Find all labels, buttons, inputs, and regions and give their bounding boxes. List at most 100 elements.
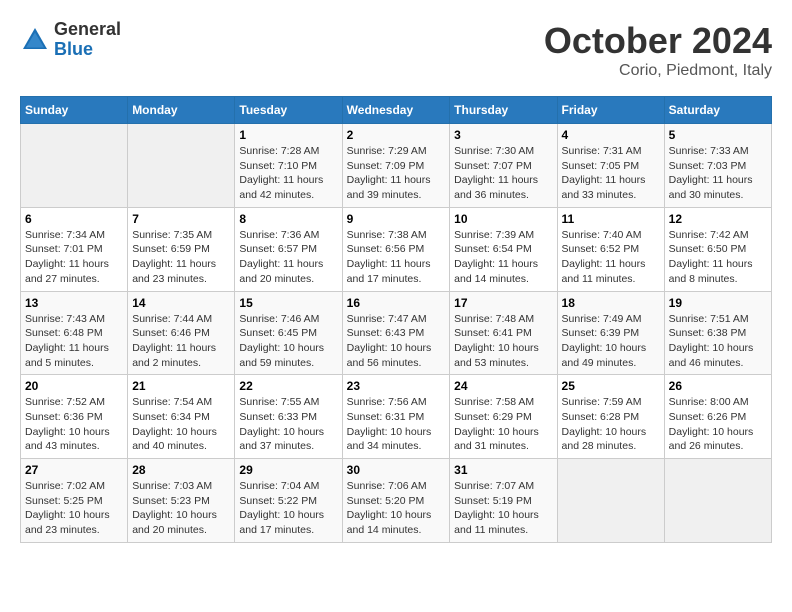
day-number: 21 (132, 379, 230, 393)
header-wednesday: Wednesday (342, 97, 450, 124)
day-info: Sunrise: 7:36 AMSunset: 6:57 PMDaylight:… (239, 229, 323, 285)
day-info: Sunrise: 7:03 AMSunset: 5:23 PMDaylight:… (132, 480, 217, 536)
day-number: 3 (454, 128, 552, 142)
header-friday: Friday (557, 97, 664, 124)
title-block: October 2024 Corio, Piedmont, Italy (544, 20, 772, 80)
page-header: General Blue October 2024 Corio, Piedmon… (20, 20, 772, 80)
calendar-cell: 15 Sunrise: 7:46 AMSunset: 6:45 PMDaylig… (235, 291, 342, 375)
calendar-cell: 10 Sunrise: 7:39 AMSunset: 6:54 PMDaylig… (450, 207, 557, 291)
day-info: Sunrise: 7:38 AMSunset: 6:56 PMDaylight:… (347, 229, 431, 285)
day-info: Sunrise: 7:31 AMSunset: 7:05 PMDaylight:… (562, 145, 646, 201)
calendar-cell: 1 Sunrise: 7:28 AMSunset: 7:10 PMDayligh… (235, 124, 342, 208)
day-number: 5 (669, 128, 767, 142)
day-info: Sunrise: 7:28 AMSunset: 7:10 PMDaylight:… (239, 145, 323, 201)
calendar-cell (664, 459, 771, 543)
calendar-cell: 9 Sunrise: 7:38 AMSunset: 6:56 PMDayligh… (342, 207, 450, 291)
calendar-week-4: 20 Sunrise: 7:52 AMSunset: 6:36 PMDaylig… (21, 375, 772, 459)
day-number: 16 (347, 296, 446, 310)
logo-text: General Blue (54, 20, 121, 60)
calendar-cell (21, 124, 128, 208)
calendar-table: Sunday Monday Tuesday Wednesday Thursday… (20, 96, 772, 543)
day-number: 20 (25, 379, 123, 393)
logo-general: General (54, 20, 121, 40)
calendar-cell: 30 Sunrise: 7:06 AMSunset: 5:20 PMDaylig… (342, 459, 450, 543)
calendar-cell: 17 Sunrise: 7:48 AMSunset: 6:41 PMDaylig… (450, 291, 557, 375)
calendar-cell: 7 Sunrise: 7:35 AMSunset: 6:59 PMDayligh… (128, 207, 235, 291)
day-info: Sunrise: 7:06 AMSunset: 5:20 PMDaylight:… (347, 480, 432, 536)
calendar-cell: 21 Sunrise: 7:54 AMSunset: 6:34 PMDaylig… (128, 375, 235, 459)
calendar-cell: 8 Sunrise: 7:36 AMSunset: 6:57 PMDayligh… (235, 207, 342, 291)
calendar-cell: 16 Sunrise: 7:47 AMSunset: 6:43 PMDaylig… (342, 291, 450, 375)
day-info: Sunrise: 7:47 AMSunset: 6:43 PMDaylight:… (347, 313, 432, 369)
day-number: 19 (669, 296, 767, 310)
day-info: Sunrise: 7:43 AMSunset: 6:48 PMDaylight:… (25, 313, 109, 369)
header-sunday: Sunday (21, 97, 128, 124)
day-info: Sunrise: 7:39 AMSunset: 6:54 PMDaylight:… (454, 229, 538, 285)
calendar-week-5: 27 Sunrise: 7:02 AMSunset: 5:25 PMDaylig… (21, 459, 772, 543)
day-number: 24 (454, 379, 552, 393)
calendar-week-3: 13 Sunrise: 7:43 AMSunset: 6:48 PMDaylig… (21, 291, 772, 375)
location-label: Corio, Piedmont, Italy (544, 62, 772, 80)
day-info: Sunrise: 7:29 AMSunset: 7:09 PMDaylight:… (347, 145, 431, 201)
calendar-cell (128, 124, 235, 208)
calendar-cell: 22 Sunrise: 7:55 AMSunset: 6:33 PMDaylig… (235, 375, 342, 459)
calendar-cell: 19 Sunrise: 7:51 AMSunset: 6:38 PMDaylig… (664, 291, 771, 375)
day-number: 18 (562, 296, 660, 310)
calendar-cell: 27 Sunrise: 7:02 AMSunset: 5:25 PMDaylig… (21, 459, 128, 543)
calendar-cell: 26 Sunrise: 8:00 AMSunset: 6:26 PMDaylig… (664, 375, 771, 459)
calendar-cell (557, 459, 664, 543)
calendar-cell: 5 Sunrise: 7:33 AMSunset: 7:03 PMDayligh… (664, 124, 771, 208)
day-info: Sunrise: 7:02 AMSunset: 5:25 PMDaylight:… (25, 480, 110, 536)
day-info: Sunrise: 7:30 AMSunset: 7:07 PMDaylight:… (454, 145, 538, 201)
calendar-cell: 25 Sunrise: 7:59 AMSunset: 6:28 PMDaylig… (557, 375, 664, 459)
calendar-cell: 20 Sunrise: 7:52 AMSunset: 6:36 PMDaylig… (21, 375, 128, 459)
day-info: Sunrise: 7:58 AMSunset: 6:29 PMDaylight:… (454, 396, 539, 452)
calendar-cell: 6 Sunrise: 7:34 AMSunset: 7:01 PMDayligh… (21, 207, 128, 291)
day-number: 12 (669, 212, 767, 226)
day-info: Sunrise: 7:04 AMSunset: 5:22 PMDaylight:… (239, 480, 324, 536)
calendar-cell: 24 Sunrise: 7:58 AMSunset: 6:29 PMDaylig… (450, 375, 557, 459)
day-number: 28 (132, 463, 230, 477)
calendar-body: 1 Sunrise: 7:28 AMSunset: 7:10 PMDayligh… (21, 124, 772, 543)
day-number: 6 (25, 212, 123, 226)
calendar-cell: 11 Sunrise: 7:40 AMSunset: 6:52 PMDaylig… (557, 207, 664, 291)
day-number: 1 (239, 128, 337, 142)
day-number: 25 (562, 379, 660, 393)
calendar-cell: 2 Sunrise: 7:29 AMSunset: 7:09 PMDayligh… (342, 124, 450, 208)
day-number: 27 (25, 463, 123, 477)
calendar-cell: 18 Sunrise: 7:49 AMSunset: 6:39 PMDaylig… (557, 291, 664, 375)
day-number: 7 (132, 212, 230, 226)
day-number: 26 (669, 379, 767, 393)
day-number: 8 (239, 212, 337, 226)
day-info: Sunrise: 7:44 AMSunset: 6:46 PMDaylight:… (132, 313, 216, 369)
header-thursday: Thursday (450, 97, 557, 124)
calendar-cell: 29 Sunrise: 7:04 AMSunset: 5:22 PMDaylig… (235, 459, 342, 543)
calendar-week-1: 1 Sunrise: 7:28 AMSunset: 7:10 PMDayligh… (21, 124, 772, 208)
day-number: 17 (454, 296, 552, 310)
day-info: Sunrise: 7:07 AMSunset: 5:19 PMDaylight:… (454, 480, 539, 536)
day-number: 14 (132, 296, 230, 310)
day-info: Sunrise: 7:33 AMSunset: 7:03 PMDaylight:… (669, 145, 753, 201)
day-info: Sunrise: 7:49 AMSunset: 6:39 PMDaylight:… (562, 313, 647, 369)
day-info: Sunrise: 7:59 AMSunset: 6:28 PMDaylight:… (562, 396, 647, 452)
day-info: Sunrise: 7:52 AMSunset: 6:36 PMDaylight:… (25, 396, 110, 452)
day-number: 9 (347, 212, 446, 226)
calendar-cell: 4 Sunrise: 7:31 AMSunset: 7:05 PMDayligh… (557, 124, 664, 208)
day-number: 30 (347, 463, 446, 477)
day-info: Sunrise: 7:34 AMSunset: 7:01 PMDaylight:… (25, 229, 109, 285)
day-number: 31 (454, 463, 552, 477)
day-number: 13 (25, 296, 123, 310)
calendar-week-2: 6 Sunrise: 7:34 AMSunset: 7:01 PMDayligh… (21, 207, 772, 291)
calendar-cell: 3 Sunrise: 7:30 AMSunset: 7:07 PMDayligh… (450, 124, 557, 208)
logo: General Blue (20, 20, 121, 60)
day-info: Sunrise: 7:54 AMSunset: 6:34 PMDaylight:… (132, 396, 217, 452)
calendar-cell: 14 Sunrise: 7:44 AMSunset: 6:46 PMDaylig… (128, 291, 235, 375)
header-monday: Monday (128, 97, 235, 124)
day-number: 22 (239, 379, 337, 393)
month-title: October 2024 (544, 20, 772, 62)
day-info: Sunrise: 7:46 AMSunset: 6:45 PMDaylight:… (239, 313, 324, 369)
day-number: 11 (562, 212, 660, 226)
day-info: Sunrise: 7:55 AMSunset: 6:33 PMDaylight:… (239, 396, 324, 452)
calendar-header: Sunday Monday Tuesday Wednesday Thursday… (21, 97, 772, 124)
day-number: 4 (562, 128, 660, 142)
